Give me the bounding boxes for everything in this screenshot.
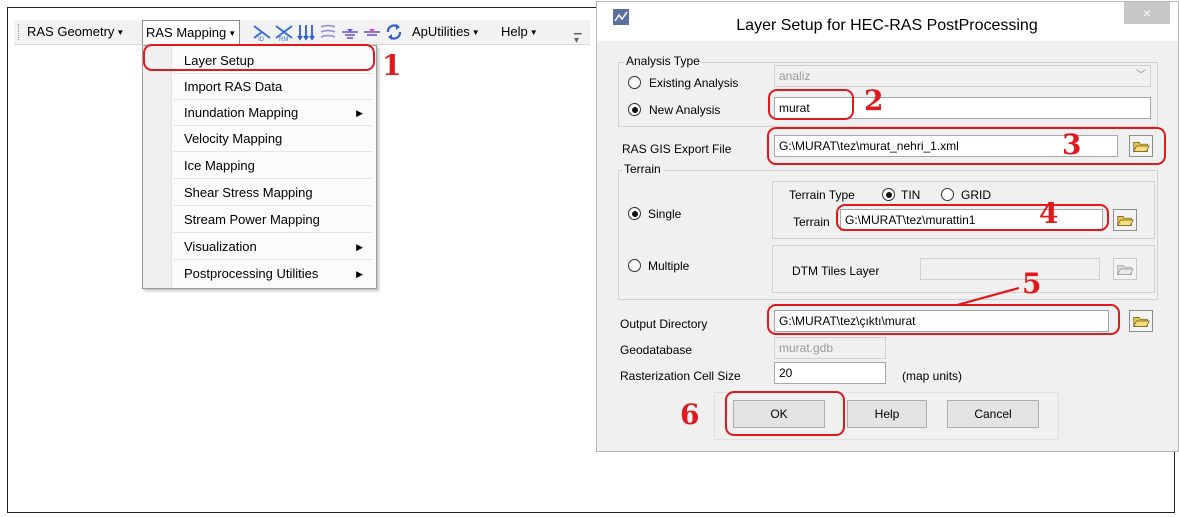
app-icon [613,9,629,25]
annotation-oval-3 [767,127,1166,165]
menu-item-label: Postprocessing Utilities [184,266,319,281]
close-button[interactable]: × [1124,2,1170,24]
annotation-number-3: 3 [1062,128,1082,161]
ras-gis-export-file-label: RAS GIS Export File [622,142,732,156]
folder-open-icon[interactable] [1129,310,1153,332]
menu-item-stream-power-mapping[interactable]: Stream Power Mapping [173,207,373,233]
stream-lines-icon[interactable] [318,22,338,42]
menu-item-velocity-mapping[interactable]: Velocity Mapping [173,126,373,152]
annotation-number-4: 4 [1039,197,1059,230]
new-analysis-label: New Analysis [649,103,721,117]
svg-text:RM: RM [279,37,288,42]
ras-mapping-menu-label: RAS Mapping [146,25,227,40]
menu-item-label: Import RAS Data [184,79,283,94]
chevron-down-icon: ▼ [471,27,480,37]
bank-points-rm-icon[interactable]: RM [274,22,294,42]
chevron-down-icon: ▼ [529,27,538,37]
geodatabase-label: Geodatabase [620,343,693,357]
annotation-oval-1 [143,44,375,71]
submenu-arrow-icon: ▶ [356,269,363,279]
chevron-down-icon: ▼ [228,28,237,38]
annotation-number-5: 5 [1022,267,1042,300]
svg-text:ID: ID [258,37,265,42]
ras-mapping-menu[interactable]: RAS Mapping ▼ [142,20,241,44]
cell-size-units: (map units) [902,369,963,383]
terrain-multiple-radio[interactable] [628,259,641,272]
menu-item-ice-mapping[interactable]: Ice Mapping [173,153,373,179]
terrain-type-tin-label: TIN [901,188,921,202]
analysis-type-group-label: Analysis Type [624,54,702,68]
terrain-type-grid-label: GRID [961,188,991,202]
menu-item-postprocessing-utilities[interactable]: Postprocessing Utilities ▶ [173,261,373,287]
menu-item-visualization[interactable]: Visualization ▶ [173,234,373,260]
annotation-oval-5 [767,304,1120,335]
existing-analysis-value: analiz [779,69,811,83]
menu-item-label: Inundation Mapping [184,105,299,120]
cell-size-label: Rasterization Cell Size [620,369,741,383]
terrain-single-label: Single [648,207,682,221]
chevron-down-icon: ▼ [116,27,125,37]
terrain-single-radio[interactable] [628,207,641,220]
existing-analysis-radio[interactable] [628,76,641,89]
xs-lines-id-icon[interactable]: ID [252,22,272,42]
cell-size-input[interactable]: 20 [774,362,886,384]
menu-item-import-ras-data[interactable]: Import RAS Data [173,74,373,100]
aputilities-menu[interactable]: ApUtilities ▼ [409,20,483,44]
geodatabase-input: murat.gdb [774,337,886,359]
toolbar-overflow-icon[interactable]: ▁ ▾ [574,24,584,46]
menu-item-label: Visualization [184,239,257,254]
menu-item-label: Velocity Mapping [184,131,283,146]
aputilities-menu-label: ApUtilities [412,24,470,39]
existing-analysis-label: Existing Analysis [649,76,739,90]
folder-open-icon [1113,258,1137,280]
annotation-oval-6 [725,391,845,436]
menu-item-label: Shear Stress Mapping [184,185,313,200]
terrain-multiple-label: Multiple [648,259,690,273]
menu-icon-gutter [143,46,172,288]
ras-geometry-menu[interactable]: RAS Geometry ▼ [24,20,127,44]
annotation-pointer-5 [956,286,1020,307]
submenu-arrow-icon: ▶ [356,108,363,118]
dialog-titlebar[interactable]: Layer Setup for HEC-RAS PostProcessing × [597,2,1178,41]
output-directory-label: Output Directory [620,317,708,331]
help-menu-label: Help [501,24,528,39]
dtm-tiles-layer-input [920,258,1100,280]
menu-item-shear-stress-mapping[interactable]: Shear Stress Mapping [173,180,373,206]
refresh-icon[interactable] [384,22,404,42]
submenu-arrow-icon: ▶ [356,242,363,252]
menu-item-label: Ice Mapping [184,158,255,173]
menu-item-inundation-mapping[interactable]: Inundation Mapping ▶ [173,100,373,126]
terrain-label: Terrain [793,215,830,229]
flow-paths-icon[interactable] [296,22,316,42]
toolbar-grip[interactable] [18,24,22,40]
annotation-number-6: 6 [680,398,700,431]
annotation-oval-2 [768,89,854,120]
terrain-type-grid-radio[interactable] [941,188,954,201]
help-button[interactable]: Help [847,400,927,428]
terrain-type-tin-radio[interactable] [882,188,895,201]
help-menu[interactable]: Help ▼ [498,20,541,44]
water-surface-icon[interactable] [340,22,360,42]
dialog-title: Layer Setup for HEC-RAS PostProcessing [736,17,1038,34]
existing-analysis-select: analiz ﹀ [774,65,1151,87]
water-surface-alt-icon[interactable] [362,22,382,42]
dtm-tiles-layer-label: DTM Tiles Layer [792,264,880,278]
cancel-button[interactable]: Cancel [947,400,1039,428]
new-analysis-radio[interactable] [628,103,641,116]
terrain-type-label: Terrain Type [789,188,855,202]
chevron-down-icon: ﹀ [1136,70,1146,81]
hec-georas-toolbar: RAS Geometry ▼ RAS Mapping ▼ ID RM ApUtili… [14,20,590,46]
ras-geometry-menu-label: RAS Geometry [27,24,115,39]
ras-mapping-dropdown: Layer Setup Import RAS Data Inundation M… [142,45,377,289]
folder-open-icon[interactable] [1113,209,1137,231]
annotation-number-1: 1 [382,49,402,82]
menu-item-label: Stream Power Mapping [184,212,320,227]
annotation-number-2: 2 [864,84,884,117]
annotation-oval-4 [836,204,1109,231]
terrain-group-label: Terrain [622,162,663,176]
